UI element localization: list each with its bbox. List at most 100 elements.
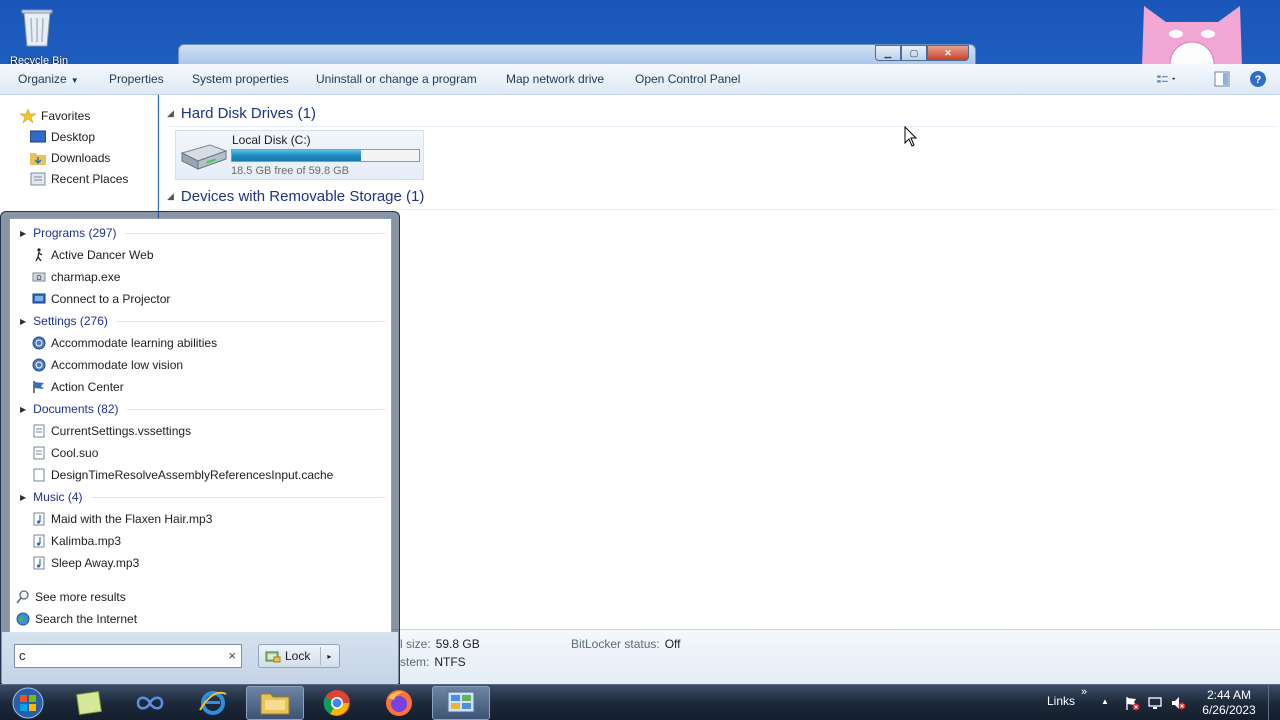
result-accommodate-learning[interactable]: Accommodate learning abilities [32,333,217,353]
see-more-results-label: See more results [35,590,126,604]
search-internet-link[interactable]: Search the Internet [16,609,137,629]
result-accommodate-low-vision[interactable]: Accommodate low vision [32,355,183,375]
divider [90,496,386,498]
clear-search-icon[interactable]: × [228,648,236,663]
start-menu: ▶ Programs (297) Active Dancer Web Ω cha… [0,211,400,684]
category-programs[interactable]: ▶ Programs (297) [20,224,386,242]
result-charmap[interactable]: Ω charmap.exe [32,267,120,287]
taskbar: Links » ▲ 2:44 AM 6/26/2023 [0,684,1280,720]
nav-desktop[interactable]: Desktop [30,128,95,146]
category-programs-label: Programs (297) [33,226,117,240]
result-label: Active Dancer Web [51,248,154,262]
links-toolbar[interactable]: Links [1047,694,1075,708]
nav-recent-places[interactable]: Recent Places [30,170,128,188]
network-icon[interactable] [1147,695,1163,711]
start-button-icon[interactable] [6,686,46,720]
taskbar-control-panel[interactable] [432,686,490,720]
view-options-icon[interactable] [1156,70,1176,88]
start-search-input[interactable]: c × [14,644,242,668]
group-hard-disk-drives[interactable]: ◢ Hard Disk Drives (1) [167,101,1277,127]
internet-explorer-icon [199,691,227,715]
sticky-notes-icon [76,691,102,715]
system-properties-button[interactable]: System properties [192,72,289,86]
lock-label: Lock [285,649,311,663]
shutdown-options-arrow-icon[interactable]: ▸ [327,652,331,661]
nav-desktop-label: Desktop [51,130,96,144]
lock-button[interactable]: Lock ▸ [258,644,340,668]
properties-button[interactable]: Properties [109,72,164,86]
globe-icon [16,612,30,626]
collapse-icon: ◢ [167,191,174,201]
action-center-flag-icon[interactable] [1124,695,1140,711]
music-file-icon [33,512,45,526]
taskbar-windows-explorer[interactable] [246,686,304,720]
detail-file-system-label: stem: [400,655,430,669]
result-label: Accommodate learning abilities [51,336,218,350]
search-results-panel: ▶ Programs (297) Active Dancer Web Ω cha… [9,218,392,638]
blank-file-icon [33,468,45,482]
close-button[interactable]: ✕ [927,45,969,61]
result-action-center[interactable]: Action Center [32,377,124,397]
nav-recent-places-label: Recent Places [51,172,129,186]
preview-pane-icon[interactable] [1212,70,1232,88]
result-sleep-away[interactable]: Sleep Away.mp3 [32,553,139,573]
charmap-icon: Ω [32,272,46,282]
open-control-panel-button[interactable]: Open Control Panel [635,72,740,86]
collapse-icon: ◢ [167,108,174,118]
show-desktop-button[interactable] [1268,685,1280,720]
detail-bitlocker-value: Off [664,637,681,651]
links-chevron-icon[interactable]: » [1081,686,1087,698]
music-file-icon [33,556,45,570]
category-settings-label: Settings (276) [33,314,108,328]
uninstall-program-button[interactable]: Uninstall or change a program [316,72,477,86]
result-label: Action Center [51,380,124,394]
help-icon[interactable]: ? [1248,70,1268,88]
clock-time: 2:44 AM [1206,688,1252,702]
result-active-dancer-web[interactable]: Active Dancer Web [32,245,154,265]
taskbar-firefox[interactable] [370,686,428,720]
maximize-button[interactable]: ▢ [901,45,927,61]
nav-favorites[interactable]: Favorites [20,107,90,125]
lock-icon [265,651,281,663]
result-maid-flaxen-hair[interactable]: Maid with the Flaxen Hair.mp3 [32,509,212,529]
nav-downloads-label: Downloads [51,151,111,165]
map-network-drive-button[interactable]: Map network drive [506,72,604,86]
category-documents[interactable]: ▶ Documents (82) [20,400,386,418]
search-query-text: c [19,648,26,663]
system-clock[interactable]: 2:44 AM 6/26/2023 [1196,688,1262,718]
drive-usage-fill [232,150,362,161]
group-removable-storage[interactable]: ◢ Devices with Removable Storage (1) [167,184,1277,210]
star-icon [20,109,36,123]
see-more-results-link[interactable]: See more results [16,587,126,607]
detail-file-system-value: NTFS [434,655,466,669]
local-disk-c-tile[interactable]: Local Disk (C:) 18.5 GB free of 59.8 GB [175,130,424,180]
expand-arrow-icon: ▶ [20,492,27,502]
result-connect-projector[interactable]: Connect to a Projector [32,289,170,309]
taskbar-app-infinity[interactable] [121,686,179,720]
result-designtime-cache[interactable]: DesignTimeResolveAssemblyReferencesInput… [32,465,333,485]
volume-muted-icon[interactable] [1170,695,1186,711]
taskbar-internet-explorer[interactable] [184,686,242,720]
clock-date: 6/26/2023 [1202,703,1256,717]
settings-file-icon [33,424,45,438]
drive-usage-bar [231,149,420,162]
result-cool-suo[interactable]: Cool.suo [32,443,98,463]
taskbar-sticky-notes[interactable] [60,686,118,720]
result-currentsettings[interactable]: CurrentSettings.vssettings [32,421,191,441]
flag-icon [33,381,44,393]
category-music[interactable]: ▶ Music (4) [20,488,386,506]
result-kalimba[interactable]: Kalimba.mp3 [32,531,121,551]
detail-bitlocker: BitLocker status: Off [571,637,681,651]
nav-downloads[interactable]: Downloads [30,149,110,167]
category-settings[interactable]: ▶ Settings (276) [20,312,386,330]
show-hidden-icons-icon[interactable]: ▲ [1101,697,1117,713]
desktop-icon [30,130,46,143]
organize-button[interactable]: Organize ▼ [18,72,79,86]
svg-text:?: ? [1255,74,1262,86]
window-titlebar[interactable]: ▁ ▢ ✕ [178,44,976,64]
minimize-button[interactable]: ▁ [875,45,901,61]
taskbar-chrome[interactable] [308,686,366,720]
divider [126,408,386,410]
infinity-app-icon [136,696,164,710]
group-removable-storage-label: Devices with Removable Storage (1) [180,188,425,205]
